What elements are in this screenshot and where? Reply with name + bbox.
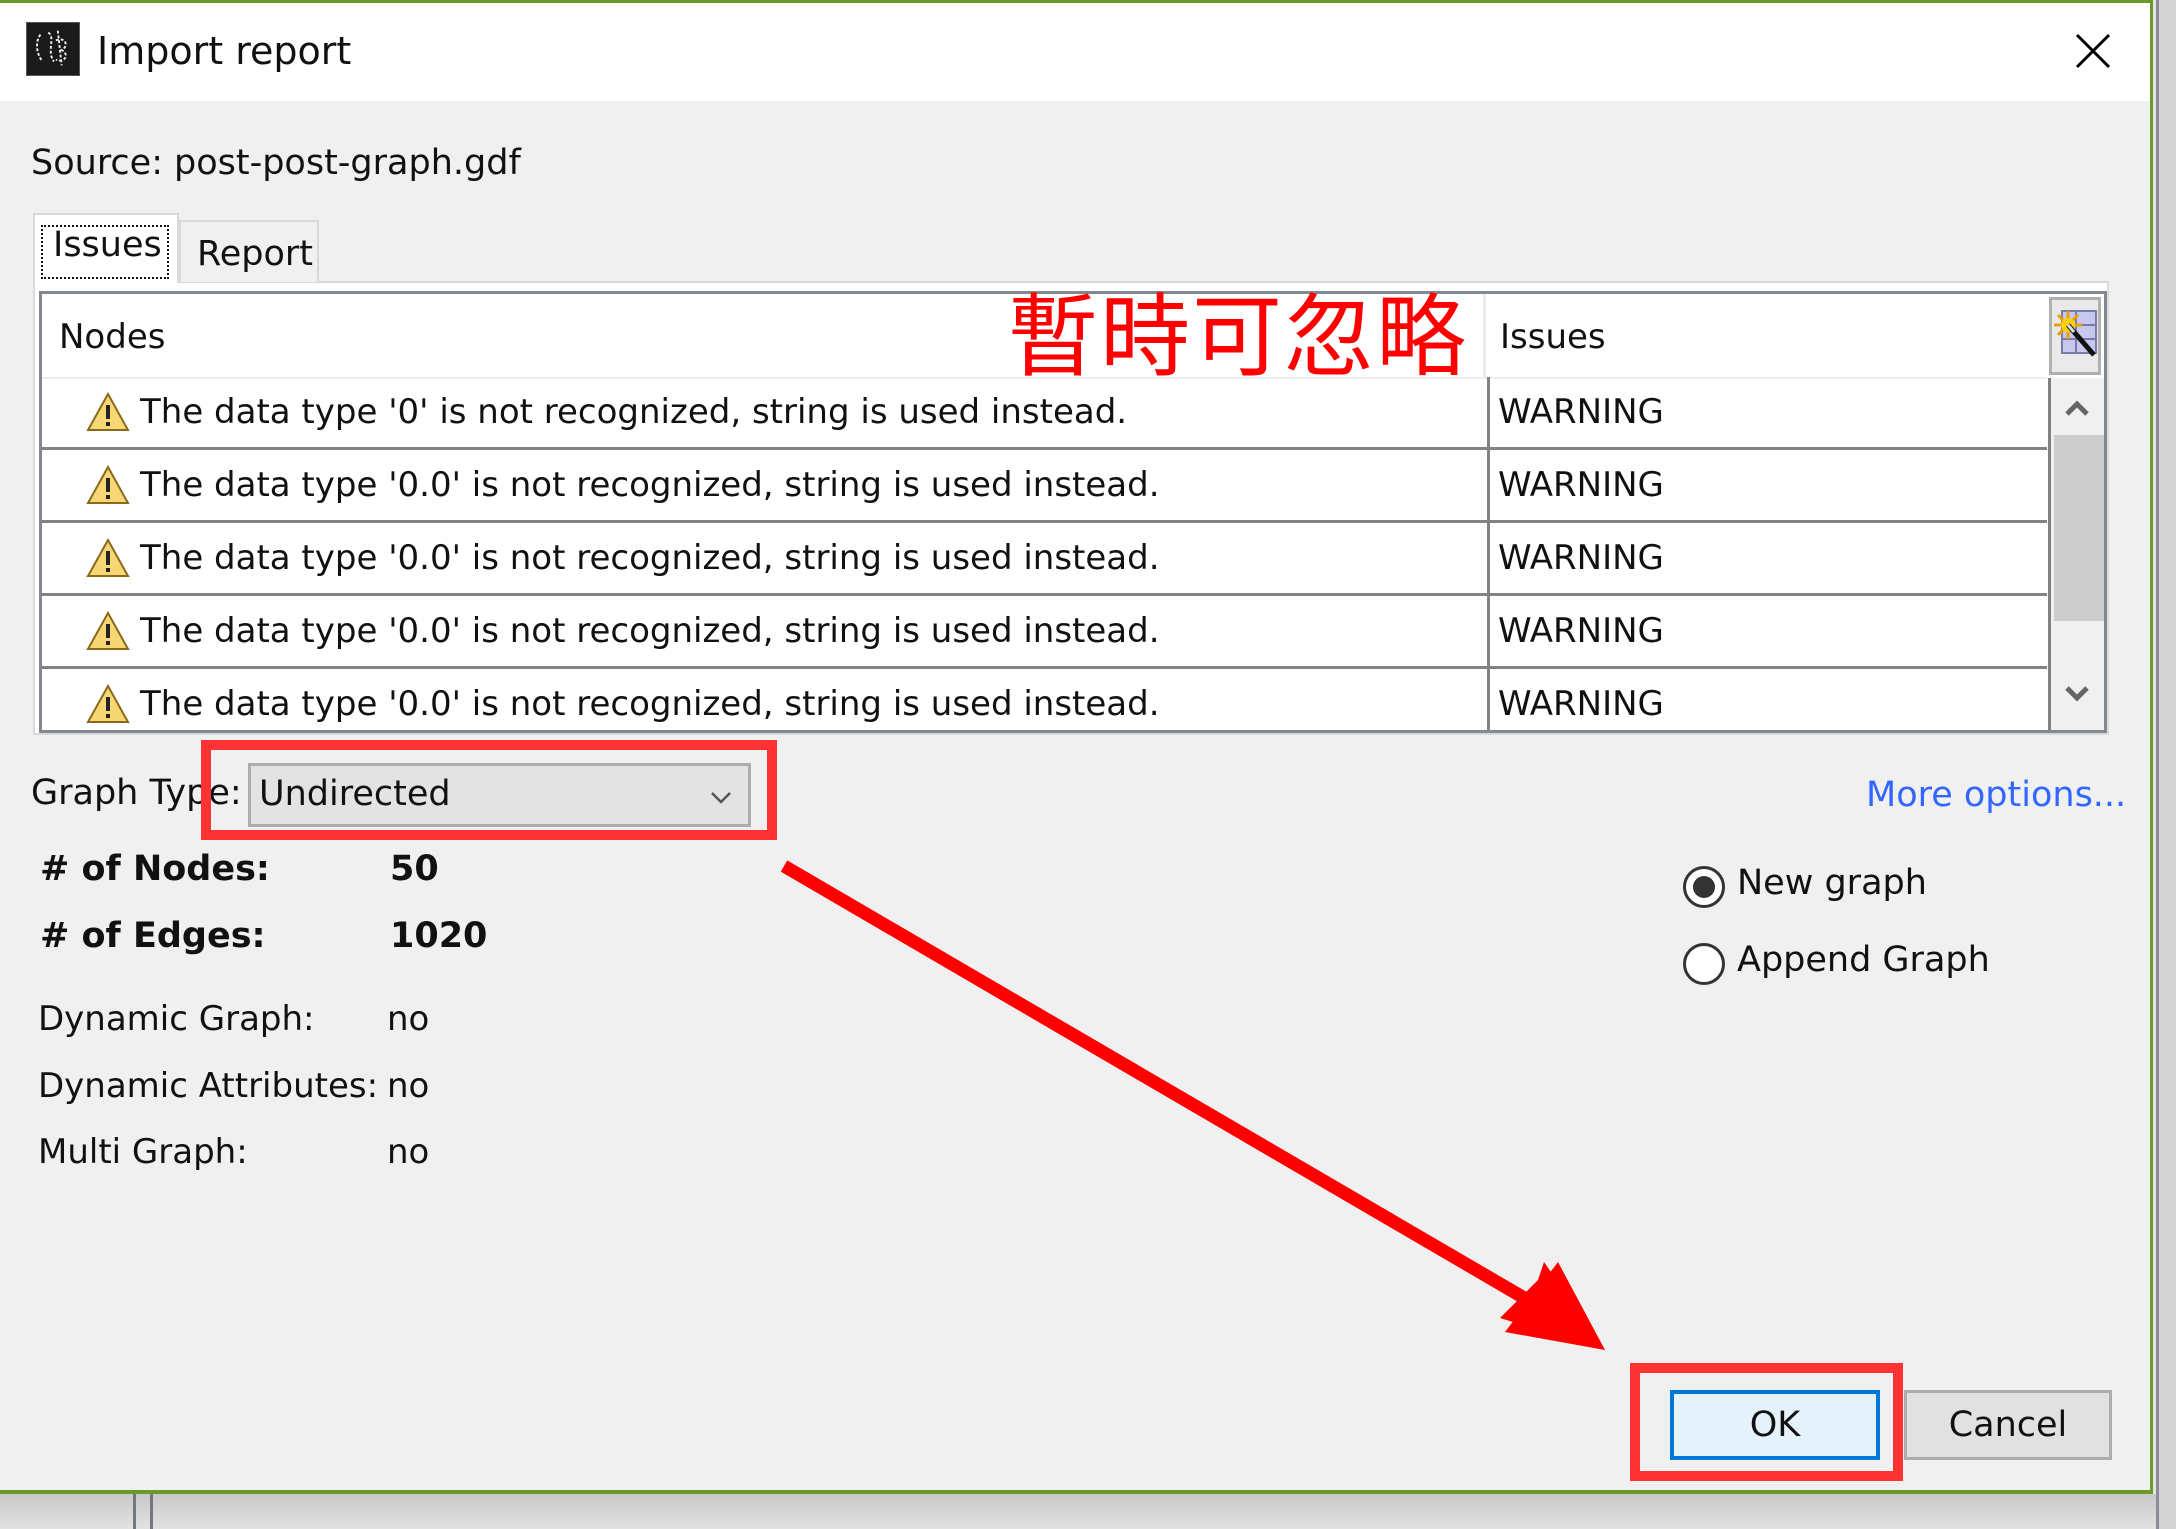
table-row[interactable]: The data type '0.0' is not recognized, s…	[42, 669, 2047, 730]
scrollbar-thumb[interactable]	[2054, 435, 2104, 621]
warning-icon	[86, 611, 130, 650]
issue-severity: WARNING	[1487, 523, 1664, 593]
background-divider	[150, 1494, 153, 1529]
issue-message: The data type '0.0' is not recognized, s…	[140, 538, 1160, 578]
issue-message: The data type '0.0' is not recognized, s…	[140, 611, 1160, 651]
chevron-down-icon	[711, 792, 731, 804]
tab-report-label: Report	[197, 234, 314, 274]
tab-issues-label: Issues	[53, 225, 162, 265]
background-divider	[133, 1494, 136, 1529]
gephi-logo-icon	[26, 22, 80, 76]
column-header-issues[interactable]: Issues	[1483, 294, 1606, 377]
title-bar: Import report	[0, 3, 2150, 101]
edges-count-label: # of Edges:	[40, 916, 266, 956]
issue-message: The data type '0.0' is not recognized, s…	[140, 684, 1160, 724]
graph-type-value: Undirected	[259, 774, 451, 814]
background-window-edge	[2156, 0, 2176, 1529]
table-row[interactable]: The data type '0.0' is not recognized, s…	[42, 523, 2047, 596]
tab-report[interactable]: Report	[179, 220, 319, 282]
edges-count-value: 1020	[390, 916, 488, 956]
graph-type-label: Graph Type:	[31, 773, 242, 813]
dynamic-attributes-label: Dynamic Attributes:	[38, 1066, 379, 1106]
table-row[interactable]: The data type '0.0' is not recognized, s…	[42, 450, 2047, 523]
ok-button[interactable]: OK	[1670, 1390, 1880, 1460]
vertical-scrollbar[interactable]	[2048, 378, 2104, 730]
import-report-dialog: Import report Source: post-post-graph.gd…	[0, 0, 2153, 1494]
nodes-count-value: 50	[390, 849, 439, 889]
scroll-down-button[interactable]	[2051, 666, 2104, 726]
tab-issues[interactable]: Issues	[33, 213, 179, 283]
scroll-up-button[interactable]	[2051, 378, 2104, 438]
append-graph-radio[interactable]	[1683, 943, 1725, 985]
multi-graph-value: no	[387, 1132, 430, 1172]
multi-graph-label: Multi Graph:	[38, 1132, 248, 1172]
issue-severity: WARNING	[1487, 450, 1664, 520]
column-header-nodes[interactable]: Nodes	[59, 294, 165, 377]
issue-severity: WARNING	[1487, 377, 1664, 447]
background-window	[0, 1494, 2176, 1529]
chevron-down-icon	[2065, 686, 2089, 702]
warning-icon	[86, 684, 130, 723]
cancel-button[interactable]: Cancel	[1904, 1390, 2112, 1460]
new-graph-radio[interactable]	[1683, 866, 1725, 908]
warning-icon	[86, 465, 130, 504]
issue-message: The data type '0' is not recognized, str…	[140, 392, 1128, 432]
new-graph-label[interactable]: New graph	[1737, 863, 1927, 903]
close-icon[interactable]	[2073, 31, 2113, 71]
table-row[interactable]: The data type '0.0' is not recognized, s…	[42, 596, 2047, 669]
issue-severity: WARNING	[1487, 596, 1664, 666]
more-options-link[interactable]: More options...	[1866, 775, 2126, 815]
dynamic-graph-label: Dynamic Graph:	[38, 999, 315, 1039]
source-value: post-post-graph.gdf	[174, 143, 521, 183]
annotation-ignore-text: 暫時可忽略	[1008, 285, 1468, 390]
append-graph-label[interactable]: Append Graph	[1737, 940, 1990, 980]
graph-type-select[interactable]: Undirected	[248, 763, 751, 827]
nodes-count-label: # of Nodes:	[40, 849, 270, 889]
chevron-up-icon	[2065, 400, 2089, 416]
source-label: Source:	[31, 143, 164, 183]
window-title: Import report	[97, 29, 352, 73]
dynamic-graph-value: no	[387, 999, 430, 1039]
issue-severity: WARNING	[1487, 669, 1664, 730]
warning-icon	[86, 392, 130, 431]
dynamic-attributes-value: no	[387, 1066, 430, 1106]
radio-selected-dot	[1693, 876, 1715, 898]
issue-message: The data type '0.0' is not recognized, s…	[140, 465, 1160, 505]
warning-icon	[86, 538, 130, 577]
table-wizard-icon[interactable]	[2049, 297, 2101, 375]
